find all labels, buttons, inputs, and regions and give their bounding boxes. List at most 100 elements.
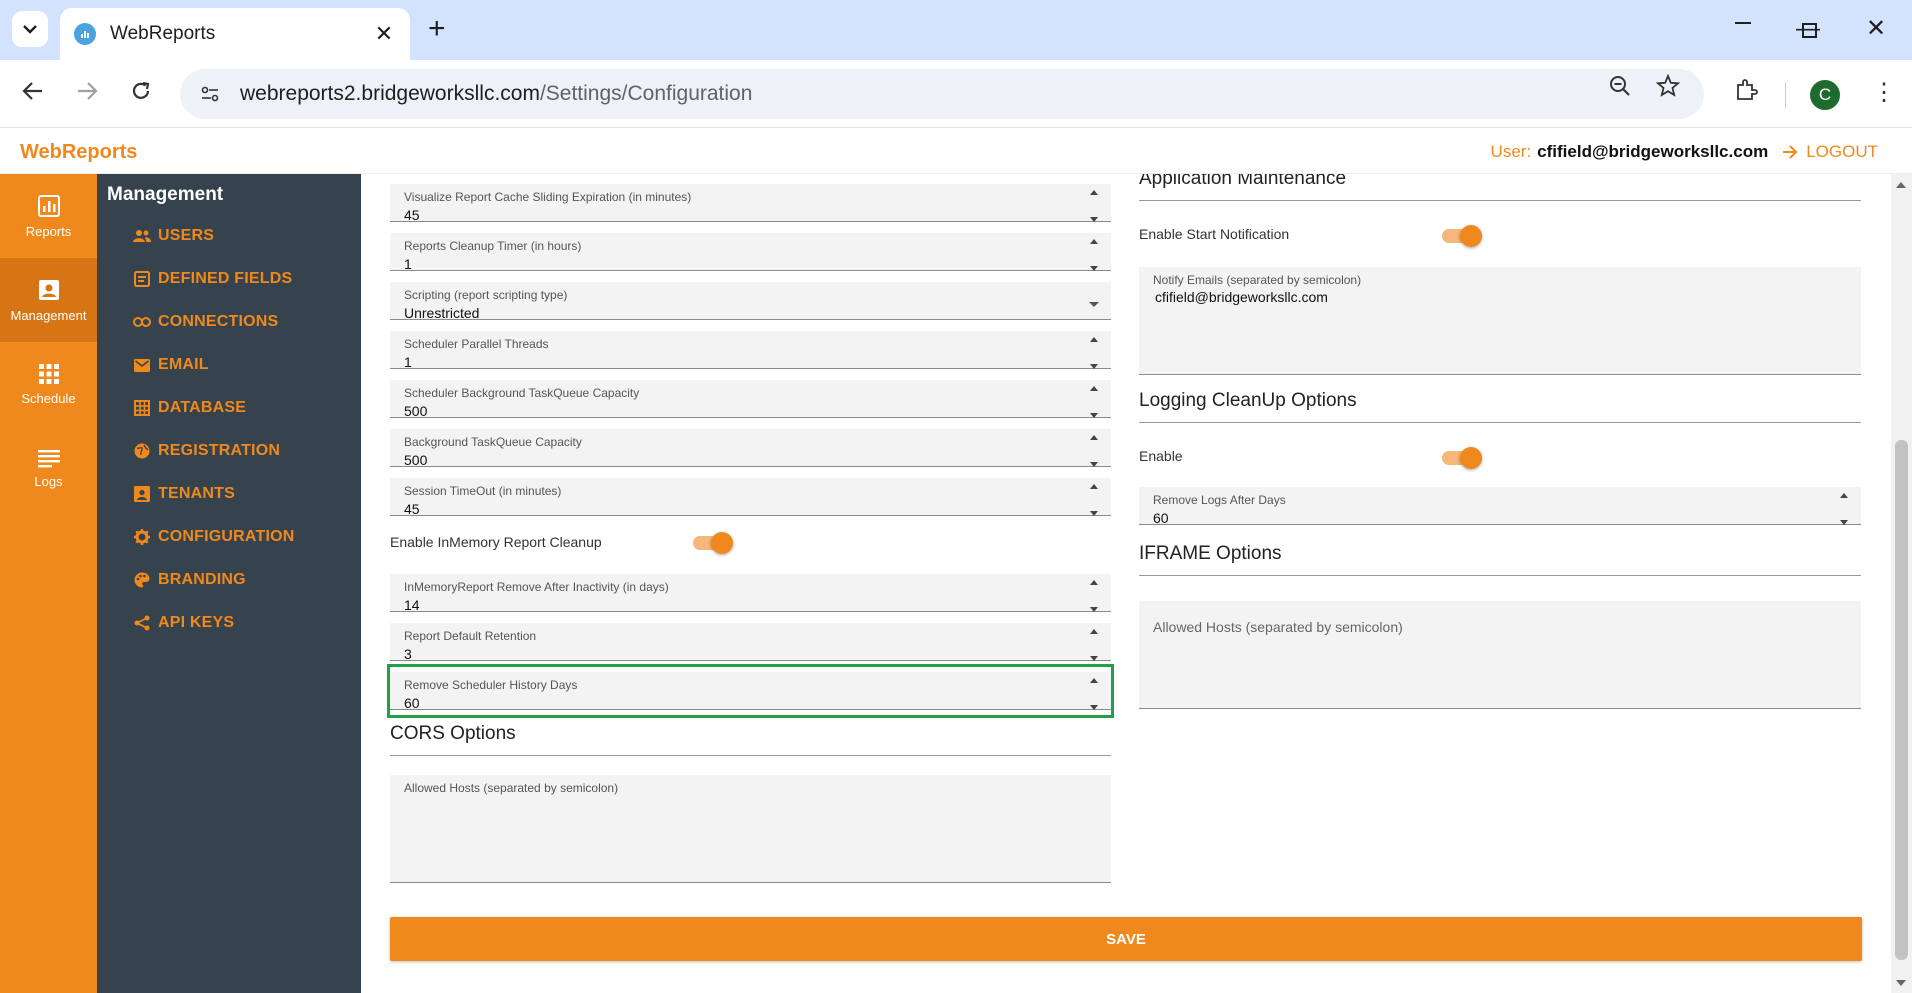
gear-icon <box>133 528 151 546</box>
arrow-right-icon <box>1783 145 1798 159</box>
brand-logo[interactable]: WebReports <box>20 141 137 164</box>
remove-logs-after-days-field[interactable]: Remove Logs After Days 60 <box>1139 487 1861 526</box>
list-icon <box>37 449 60 467</box>
rail-label: Schedule <box>21 390 76 406</box>
number-spinner[interactable] <box>1089 629 1099 661</box>
profile-avatar[interactable]: C <box>1810 80 1840 110</box>
scheduler-parallel-threads-field[interactable]: Scheduler Parallel Threads 1 <box>390 331 1111 370</box>
section-divider <box>390 755 1111 756</box>
number-spinner[interactable] <box>1089 239 1099 271</box>
start-notification-toggle[interactable] <box>1442 224 1482 248</box>
cors-options-title: CORS Options <box>390 723 516 744</box>
browser-toolbar: webreports2.bridgeworksllc.com/Settings/… <box>0 60 1912 128</box>
reports-cleanup-timer-field[interactable]: Reports Cleanup Timer (in hours) 1 <box>390 233 1111 272</box>
number-spinner[interactable] <box>1839 493 1849 525</box>
menu-item-tenants[interactable]: TENANTS <box>133 481 235 507</box>
rail-label: Logs <box>34 473 63 489</box>
browser-tab[interactable]: WebReports ✕ <box>60 8 410 60</box>
menu-item-email[interactable]: EMAIL <box>133 352 209 378</box>
rail-item-logs[interactable]: Logs <box>0 426 97 510</box>
iframe-allowed-hosts-textarea[interactable]: Allowed Hosts (separated by semicolon) <box>1139 601 1861 709</box>
inmemory-cleanup-toggle[interactable] <box>693 531 733 555</box>
mail-icon <box>133 356 151 374</box>
extensions-icon[interactable] <box>1734 78 1758 108</box>
main-nav-rail: Reports Management Schedule Logs <box>0 174 97 993</box>
new-tab-icon[interactable]: + <box>428 14 446 44</box>
reload-icon[interactable] <box>130 78 152 108</box>
cache-sliding-expiration-field[interactable]: Visualize Report Cache Sliding Expiratio… <box>390 184 1111 223</box>
save-button[interactable]: SAVE <box>390 917 1862 961</box>
menu-item-branding[interactable]: BRANDING <box>133 567 246 593</box>
logout-button[interactable]: LOGOUT <box>1782 142 1878 162</box>
report-default-retention-field[interactable]: Report Default Retention 3 <box>390 623 1111 662</box>
share-icon <box>133 614 151 632</box>
rail-label: Management <box>10 307 87 323</box>
chevron-down-icon <box>23 25 37 34</box>
palette-icon <box>133 571 151 589</box>
background-taskqueue-capacity-field[interactable]: Background TaskQueue Capacity 500 <box>390 429 1111 468</box>
number-spinner[interactable] <box>1089 484 1099 516</box>
browser-menu-icon[interactable]: ⋮ <box>1872 78 1896 107</box>
scripting-type-select[interactable]: Scripting (report scripting type) Unrest… <box>390 282 1111 321</box>
people-icon <box>133 227 151 245</box>
session-timeout-field[interactable]: Session TimeOut (in minutes) 45 <box>390 478 1111 517</box>
menu-item-api-keys[interactable]: API KEYS <box>133 610 234 636</box>
number-spinner[interactable] <box>1089 435 1099 467</box>
rail-item-schedule[interactable]: Schedule <box>0 342 97 426</box>
database-grid-icon <box>133 399 151 417</box>
highlight-box <box>387 664 1114 718</box>
scheduler-taskqueue-capacity-field[interactable]: Scheduler Background TaskQueue Capacity … <box>390 380 1111 419</box>
user-label: User: <box>1490 142 1532 161</box>
forward-arrow-icon[interactable] <box>76 78 98 108</box>
user-email: cfifield@bridgeworksllc.com <box>1537 142 1769 161</box>
iframe-options-title: IFRAME Options <box>1139 543 1282 564</box>
account-box-icon <box>38 279 59 300</box>
app-header: WebReports User: cfifield@bridgeworksllc… <box>0 129 1912 174</box>
start-notification-label: Enable Start Notification <box>1139 226 1290 242</box>
rail-label: Reports <box>25 223 72 239</box>
scroll-thumb[interactable] <box>1895 440 1908 960</box>
rail-item-management[interactable]: Management <box>0 258 97 342</box>
site-info-icon[interactable] <box>194 78 226 110</box>
logging-enable-label: Enable <box>1139 448 1183 464</box>
menu-item-defined-fields[interactable]: DEFINED FIELDS <box>133 266 292 292</box>
number-spinner[interactable] <box>1089 580 1099 612</box>
scroll-down-icon[interactable] <box>1896 980 1906 986</box>
menu-item-registration[interactable]: REGISTRATION <box>133 438 280 464</box>
tab-title: WebReports <box>110 23 216 44</box>
notify-emails-textarea[interactable]: Notify Emails (separated by semicolon) c… <box>1139 267 1861 375</box>
menu-item-configuration[interactable]: CONFIGURATION <box>133 524 295 550</box>
menu-item-users[interactable]: USERS <box>133 223 214 249</box>
inmemory-remove-inactivity-field[interactable]: InMemoryReport Remove After Inactivity (… <box>390 574 1111 613</box>
logging-enable-toggle[interactable] <box>1442 446 1482 470</box>
section-divider <box>1139 200 1861 201</box>
back-arrow-icon[interactable] <box>22 78 44 108</box>
toolbar-divider <box>1785 82 1786 108</box>
user-area: User: cfifield@bridgeworksllc.com LOGOUT <box>1491 142 1878 162</box>
webreports-favicon-icon <box>74 23 96 45</box>
globe-icon <box>133 442 151 460</box>
menu-item-connections[interactable]: CONNECTIONS <box>133 309 278 335</box>
logout-label: LOGOUT <box>1806 142 1878 161</box>
close-tab-icon[interactable]: ✕ <box>372 21 396 47</box>
tab-search-button[interactable] <box>12 11 48 47</box>
address-bar[interactable]: webreports2.bridgeworksllc.com/Settings/… <box>180 69 1704 119</box>
management-title: Management <box>107 184 224 205</box>
link-icon <box>133 313 151 331</box>
maximize-button[interactable] <box>1802 23 1817 38</box>
scroll-up-icon[interactable] <box>1896 182 1906 188</box>
close-window-icon[interactable]: ✕ <box>1866 14 1886 44</box>
zoom-icon[interactable] <box>1608 74 1632 104</box>
application-maintenance-title: Application Maintenance <box>1139 174 1347 189</box>
bookmark-star-icon[interactable] <box>1655 73 1681 104</box>
number-spinner[interactable] <box>1089 190 1099 222</box>
section-divider <box>1139 575 1861 576</box>
number-spinner[interactable] <box>1089 337 1099 369</box>
url-text: webreports2.bridgeworksllc.com/Settings/… <box>240 82 753 105</box>
minimize-button[interactable] <box>1735 22 1751 24</box>
rail-item-reports[interactable]: Reports <box>0 174 97 258</box>
number-spinner[interactable] <box>1089 386 1099 418</box>
cors-allowed-hosts-textarea[interactable]: Allowed Hosts (separated by semicolon) <box>390 775 1111 883</box>
menu-item-database[interactable]: DATABASE <box>133 395 246 421</box>
page-scrollbar[interactable] <box>1891 174 1912 993</box>
